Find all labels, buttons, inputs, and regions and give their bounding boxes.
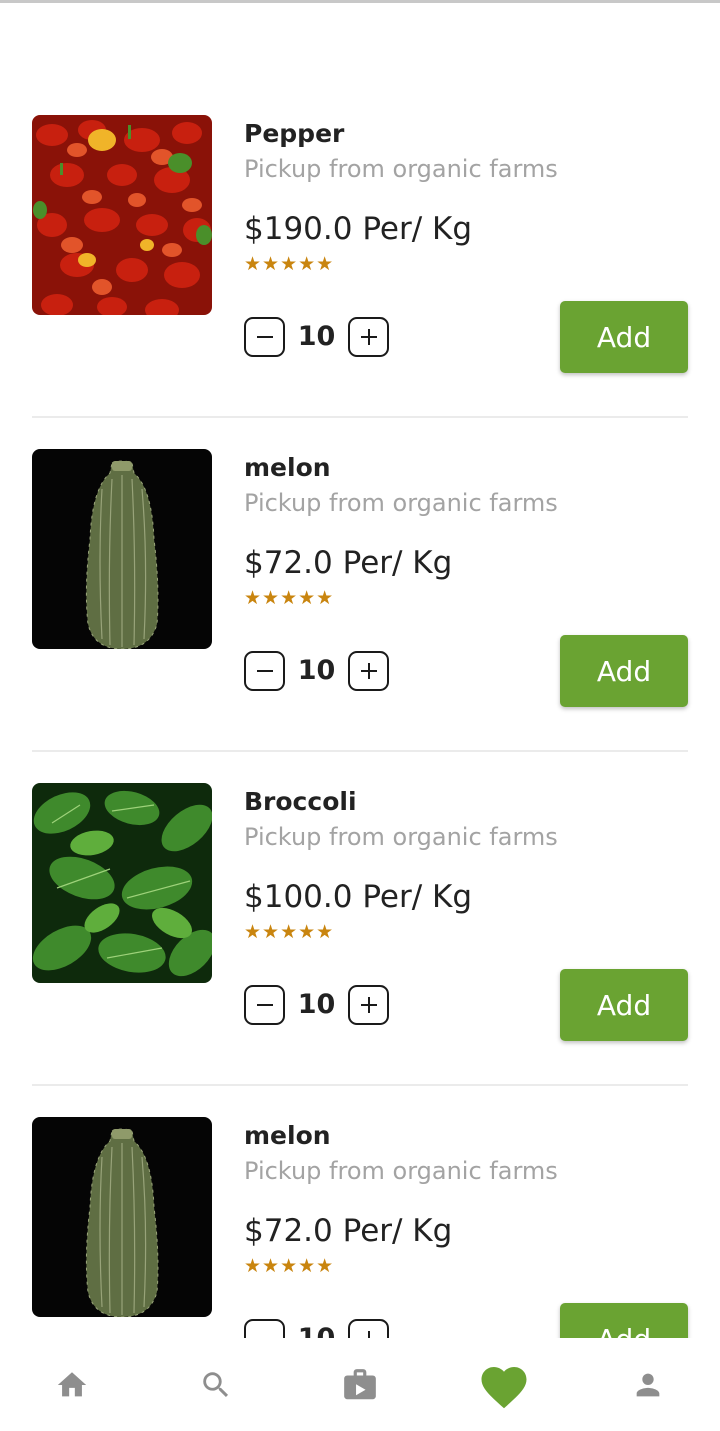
product-subtitle: Pickup from organic farms bbox=[244, 823, 558, 851]
product-name: Pepper bbox=[244, 119, 345, 148]
quantity-stepper: 10 bbox=[244, 1319, 392, 1338]
melon-photo bbox=[32, 449, 212, 649]
product-price: $72.0 Per/ Kg bbox=[244, 545, 453, 581]
decrement-button[interactable] bbox=[244, 1319, 285, 1338]
increment-button[interactable] bbox=[348, 985, 389, 1025]
product-price: $190.0 Per/ Kg bbox=[244, 211, 473, 247]
melon-photo bbox=[32, 1117, 212, 1317]
nav-item-profile[interactable] bbox=[598, 1338, 698, 1431]
product-name: melon bbox=[244, 453, 331, 482]
briefcase-icon bbox=[344, 1368, 376, 1399]
product-price: $100.0 Per/ Kg bbox=[244, 879, 473, 915]
product-image-broccoli bbox=[32, 783, 212, 983]
product-card: melon Pickup from organic farms $72.0 Pe… bbox=[32, 449, 688, 783]
quantity-value: 10 bbox=[297, 321, 336, 352]
product-name: Broccoli bbox=[244, 787, 357, 816]
product-name: melon bbox=[244, 1121, 331, 1150]
nav-item-briefcase[interactable] bbox=[310, 1338, 410, 1431]
product-subtitle: Pickup from organic farms bbox=[244, 155, 558, 183]
add-button[interactable]: Add bbox=[560, 635, 688, 707]
nav-item-search[interactable] bbox=[166, 1338, 266, 1431]
rating-stars: ★★★★★ bbox=[244, 253, 335, 275]
decrement-button[interactable] bbox=[244, 651, 285, 691]
item-divider bbox=[32, 416, 688, 418]
product-image-melon bbox=[32, 449, 212, 649]
quantity-value: 10 bbox=[285, 1319, 348, 1338]
plus-icon bbox=[360, 997, 377, 1013]
minus-icon bbox=[254, 1328, 276, 1338]
decrement-button[interactable] bbox=[244, 985, 285, 1025]
product-card: Pepper Pickup from organic farms $190.0 … bbox=[32, 115, 688, 449]
bottom-navigation bbox=[0, 1338, 720, 1431]
minus-icon bbox=[256, 336, 273, 338]
increment-button[interactable] bbox=[348, 651, 389, 691]
product-subtitle: Pickup from organic farms bbox=[244, 489, 558, 517]
plus-icon bbox=[360, 1331, 377, 1338]
quantity-stepper: 10 bbox=[244, 317, 392, 357]
product-price: $72.0 Per/ Kg bbox=[244, 1213, 453, 1249]
rating-stars: ★★★★★ bbox=[244, 921, 335, 943]
pepper-photo bbox=[32, 115, 212, 315]
product-card: melon Pickup from organic farms $72.0 Pe… bbox=[32, 1117, 688, 1338]
product-card: Broccoli Pickup from organic farms $100.… bbox=[32, 783, 688, 1117]
rating-stars: ★★★★★ bbox=[244, 587, 335, 609]
product-list[interactable]: Pepper Pickup from organic farms $190.0 … bbox=[0, 0, 720, 1338]
nav-item-home[interactable] bbox=[22, 1338, 122, 1431]
item-divider bbox=[32, 750, 688, 752]
add-button[interactable]: Add bbox=[560, 301, 688, 373]
add-button[interactable]: Add bbox=[560, 969, 688, 1041]
quantity-value: 10 bbox=[297, 989, 336, 1020]
search-icon bbox=[203, 1371, 229, 1397]
minus-icon bbox=[256, 670, 273, 672]
heart-icon bbox=[481, 1366, 527, 1408]
product-image-melon bbox=[32, 1117, 212, 1317]
greens-photo bbox=[32, 783, 212, 983]
item-divider bbox=[32, 1084, 688, 1086]
person-icon bbox=[636, 1373, 660, 1396]
quantity-stepper: 10 bbox=[244, 651, 392, 691]
decrement-button[interactable] bbox=[244, 317, 285, 357]
nav-item-favorites[interactable] bbox=[454, 1338, 554, 1431]
product-subtitle: Pickup from organic farms bbox=[244, 1157, 558, 1185]
quantity-stepper: 10 bbox=[244, 985, 392, 1025]
quantity-value: 10 bbox=[297, 655, 336, 686]
add-button[interactable]: Add bbox=[560, 1303, 688, 1338]
plus-icon bbox=[360, 329, 377, 345]
increment-button[interactable] bbox=[348, 1319, 389, 1338]
plus-icon bbox=[360, 663, 377, 679]
increment-button[interactable] bbox=[348, 317, 389, 357]
rating-stars: ★★★★★ bbox=[244, 1255, 335, 1277]
minus-icon bbox=[256, 1004, 273, 1006]
product-image-pepper bbox=[32, 115, 212, 315]
home-icon bbox=[57, 1371, 87, 1396]
